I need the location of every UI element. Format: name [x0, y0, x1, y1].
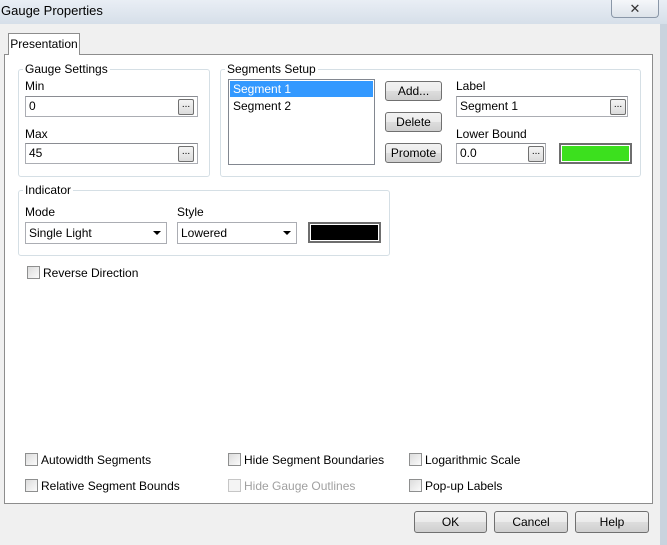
segments-setup-title: Segments Setup [225, 62, 318, 76]
checkbox-box[interactable] [409, 479, 422, 492]
indicator-color-fill [311, 225, 378, 240]
lower-bound-browse-button[interactable]: ... [528, 146, 544, 162]
window-frame-right [660, 24, 667, 545]
chevron-down-icon [283, 231, 291, 235]
min-browse-button[interactable]: ... [178, 99, 194, 115]
logarithmic-scale-label: Logarithmic Scale [425, 453, 521, 467]
segment-color-fill [562, 146, 629, 161]
style-selected-value: Lowered [181, 226, 228, 240]
segment-label-browse-button[interactable]: ... [610, 99, 626, 115]
tab-presentation[interactable]: Presentation [8, 33, 80, 55]
relative-segment-bounds-label: Relative Segment Bounds [41, 479, 180, 493]
hide-gauge-outlines-label: Hide Gauge Outlines [244, 479, 356, 493]
close-icon: ✕ [629, 1, 641, 16]
reverse-direction-label: Reverse Direction [43, 266, 139, 280]
max-browse-button[interactable]: ... [178, 146, 194, 162]
autowidth-segments-label: Autowidth Segments [41, 453, 152, 467]
title-bar: Gauge Properties ✕ [0, 0, 667, 24]
max-label: Max [25, 127, 48, 141]
cancel-button[interactable]: Cancel [494, 511, 568, 533]
checkbox-box[interactable] [27, 266, 40, 279]
reverse-direction-checkbox[interactable]: Reverse Direction [27, 266, 138, 282]
segments-list[interactable]: Segment 1 Segment 2 [228, 79, 375, 165]
chevron-down-icon [153, 231, 161, 235]
list-item[interactable]: Segment 1 [230, 81, 373, 97]
min-field[interactable]: 0 [25, 96, 198, 117]
segment-label-field[interactable]: Segment 1 [456, 96, 628, 117]
help-button[interactable]: Help [575, 511, 649, 533]
popup-labels-checkbox[interactable]: Pop-up Labels [409, 479, 502, 495]
checkbox-box[interactable] [25, 453, 38, 466]
hide-segment-boundaries-label: Hide Segment Boundaries [244, 453, 385, 467]
logarithmic-scale-checkbox[interactable]: Logarithmic Scale [409, 453, 520, 469]
promote-segment-button[interactable]: Promote [385, 143, 442, 163]
min-label: Min [25, 79, 45, 93]
indicator-color-swatch[interactable] [308, 222, 381, 243]
close-button[interactable]: ✕ [611, 0, 659, 18]
max-field[interactable]: 45 [25, 143, 198, 164]
delete-segment-button[interactable]: Delete [385, 112, 442, 132]
gauge-settings-title: Gauge Settings [23, 62, 110, 76]
checkbox-box[interactable] [228, 453, 241, 466]
indicator-title: Indicator [23, 183, 74, 197]
lower-bound-caption: Lower Bound [456, 127, 527, 141]
style-label: Style [177, 205, 204, 219]
window-title: Gauge Properties [1, 3, 103, 18]
style-select[interactable]: Lowered [177, 222, 297, 244]
relative-segment-bounds-checkbox[interactable]: Relative Segment Bounds [25, 479, 180, 495]
segment-label-caption: Label [456, 79, 486, 93]
checkbox-box [228, 479, 241, 492]
mode-selected-value: Single Light [29, 226, 92, 240]
segment-color-swatch[interactable] [559, 143, 632, 164]
mode-label: Mode [25, 205, 56, 219]
checkbox-box[interactable] [25, 479, 38, 492]
popup-labels-label: Pop-up Labels [425, 479, 503, 493]
checkbox-box[interactable] [409, 453, 422, 466]
autowidth-segments-checkbox[interactable]: Autowidth Segments [25, 453, 151, 469]
list-item[interactable]: Segment 2 [230, 98, 373, 114]
mode-select[interactable]: Single Light [25, 222, 167, 244]
ok-button[interactable]: OK [414, 511, 487, 533]
hide-segment-boundaries-checkbox[interactable]: Hide Segment Boundaries [228, 453, 384, 469]
add-segment-button[interactable]: Add... [385, 81, 442, 101]
hide-gauge-outlines-checkbox: Hide Gauge Outlines [228, 479, 355, 495]
